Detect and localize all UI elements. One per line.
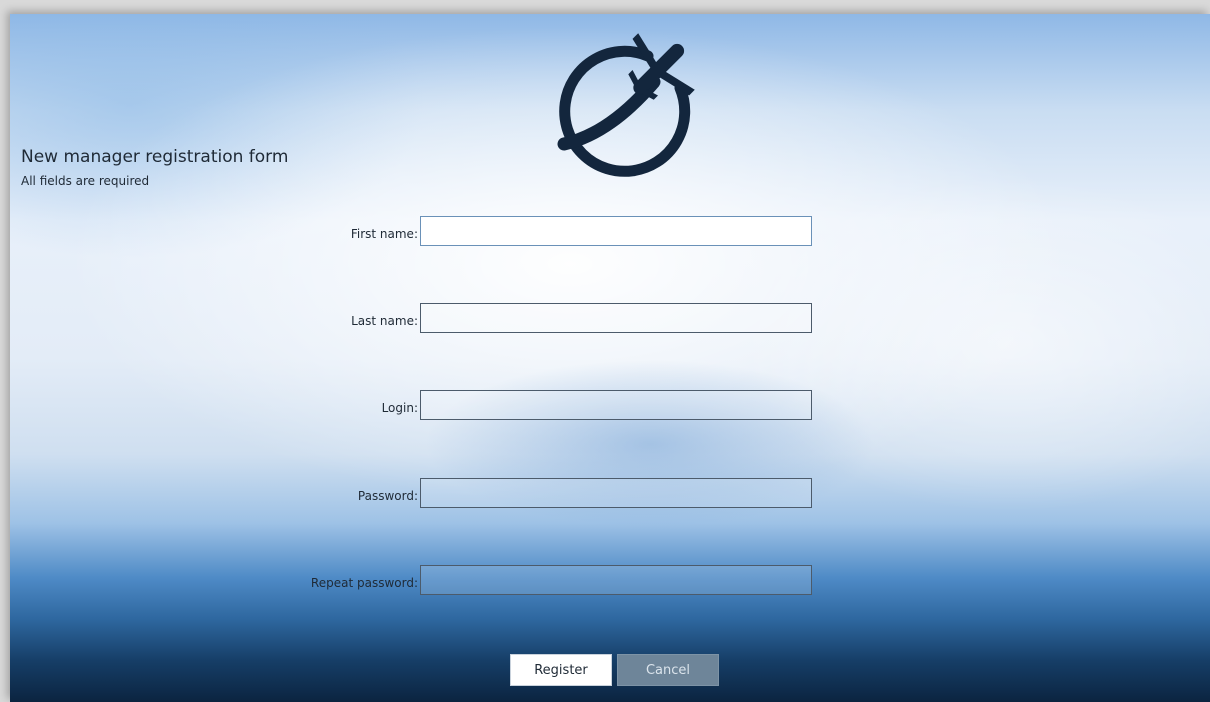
registration-window: New manager registration form All fields… [10,14,1210,702]
login-input[interactable] [420,390,812,420]
plane-globe-logo-icon [557,33,695,177]
register-button[interactable]: Register [510,654,612,686]
repeat-password-label: Repeat password: [310,576,418,590]
repeat-password-input[interactable] [420,565,812,595]
last-name-input[interactable] [420,303,812,333]
login-label: Login: [381,401,418,415]
first-name-input[interactable] [420,216,812,246]
first-name-label: First name: [350,227,418,241]
page-subtitle: All fields are required [21,174,150,188]
cancel-button[interactable]: Cancel [617,654,719,686]
page-title: New manager registration form [21,147,289,167]
password-label: Password: [357,489,418,503]
password-input[interactable] [420,478,812,508]
last-name-label: Last name: [351,314,418,328]
